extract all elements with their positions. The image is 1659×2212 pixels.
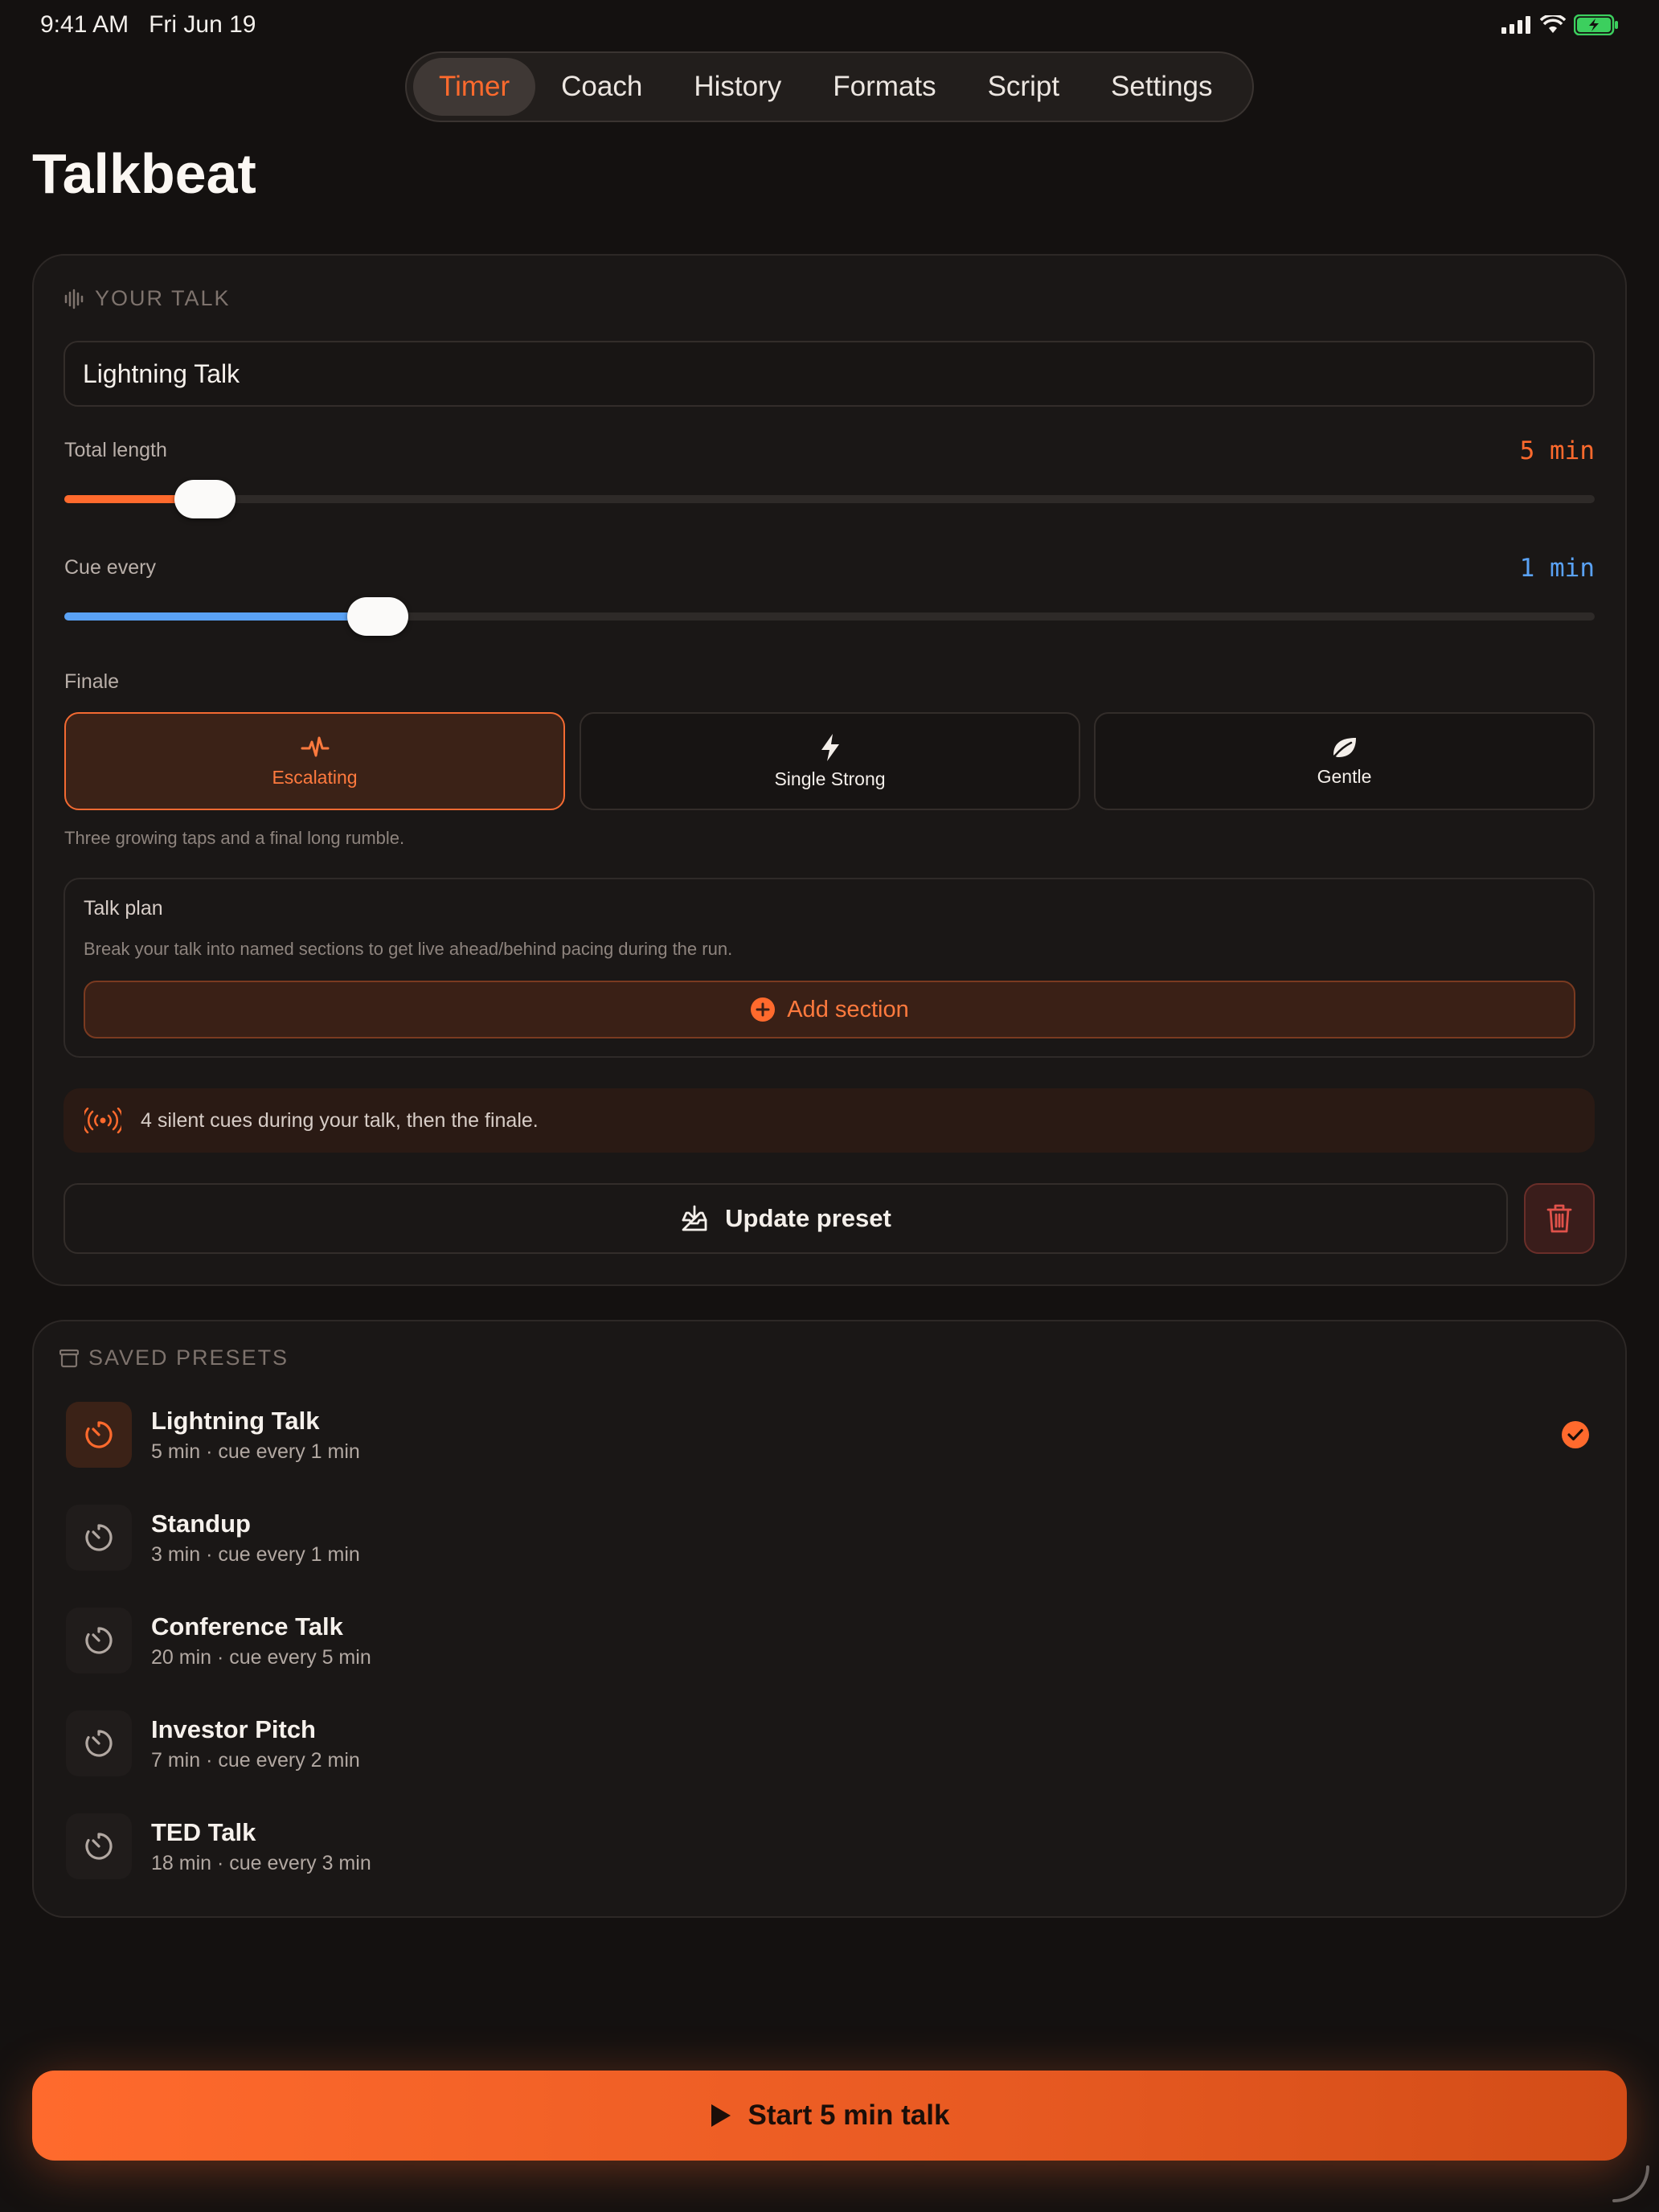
tab-settings[interactable]: Settings [1085, 58, 1238, 116]
preset-text: Investor Pitch 7 min · cue every 2 min [151, 1715, 360, 1772]
tab-coach[interactable]: Coach [535, 58, 668, 116]
cue-info-banner: 4 silent cues during your talk, then the… [63, 1088, 1595, 1153]
start-talk-label: Start 5 min talk [748, 2099, 950, 2131]
cue-every-slider-fill [64, 612, 379, 621]
finale-label: Finale [64, 670, 120, 693]
timer-icon [85, 1730, 113, 1757]
tray-download-icon [682, 1205, 707, 1231]
add-section-label: Add section [787, 996, 909, 1022]
preset-name: Conference Talk [151, 1612, 343, 1641]
status-icons [1501, 14, 1619, 35]
preset-row-ted-talk[interactable]: TED Talk 18 min · cue every 3 min [66, 1812, 1593, 1881]
status-bar-time: 9:41 AM Fri Jun 19 [40, 11, 256, 39]
broadcast-icon [84, 1108, 121, 1133]
leaf-icon [1333, 737, 1356, 757]
preset-name: Standup [151, 1509, 251, 1538]
finale-option-label: Escalating [272, 766, 358, 788]
preset-timer-icon-wrap [66, 1505, 132, 1571]
finale-option-escalating[interactable]: Escalating [64, 712, 565, 810]
update-preset-button[interactable]: Update preset [63, 1183, 1508, 1254]
finale-option-label: Single Strong [774, 768, 886, 789]
your-talk-header: YOUR TALK [64, 286, 231, 311]
timer-icon [85, 1421, 113, 1448]
preset-meta: 18 min · cue every 3 min [151, 1851, 371, 1874]
total-length-label: Total length [64, 439, 167, 461]
preset-text: Lightning Talk 5 min · cue every 1 min [151, 1407, 360, 1464]
tab-script[interactable]: Script [962, 58, 1085, 116]
tab-formats[interactable]: Formats [807, 58, 961, 116]
cue-info-text: 4 silent cues during your talk, then the… [141, 1108, 539, 1132]
talk-name-input[interactable]: Lightning Talk [63, 341, 1595, 407]
finale-option-gentle[interactable]: Gentle [1094, 712, 1595, 810]
status-time: 9:41 AM [40, 11, 129, 38]
battery-charging-icon [1574, 14, 1618, 35]
preset-name: TED Talk [151, 1817, 256, 1846]
preset-timer-icon-wrap [66, 1813, 132, 1879]
tab-bar: Timer Coach History Formats Script Setti… [405, 51, 1254, 122]
preset-timer-icon-wrap [66, 1710, 132, 1776]
preset-meta: 3 min · cue every 1 min [151, 1542, 360, 1566]
preset-row-conference-talk[interactable]: Conference Talk 20 min · cue every 5 min [66, 1606, 1593, 1675]
cue-every-label: Cue every [64, 556, 156, 579]
update-preset-label: Update preset [725, 1204, 891, 1232]
preset-meta: 20 min · cue every 5 min [151, 1645, 371, 1669]
trash-icon [1546, 1204, 1572, 1233]
archive-icon [59, 1349, 79, 1367]
delete-preset-button[interactable] [1524, 1183, 1595, 1254]
add-section-button[interactable]: Add section [84, 981, 1575, 1038]
preset-timer-icon-wrap [66, 1608, 132, 1673]
finale-description: Three growing taps and a final long rumb… [64, 828, 405, 848]
preset-timer-icon-wrap [66, 1402, 132, 1468]
plus-circle-icon [751, 997, 776, 1022]
your-talk-label: YOUR TALK [95, 286, 231, 310]
tab-timer[interactable]: Timer [413, 58, 536, 116]
checkmark-circle-icon [1562, 1421, 1589, 1448]
tab-history[interactable]: History [668, 58, 807, 116]
talk-plan-description: Break your talk into named sections to g… [84, 939, 733, 959]
page-title: Talkbeat [32, 142, 256, 205]
status-date: Fri Jun 19 [149, 11, 256, 38]
talk-plan-title: Talk plan [84, 897, 163, 920]
cue-every-slider-track[interactable] [64, 612, 1595, 621]
preset-name: Investor Pitch [151, 1714, 316, 1743]
resize-grabber-icon [1612, 2165, 1649, 2202]
cellular-signal-icon [1501, 16, 1530, 34]
total-length-value: 5 min [1519, 436, 1595, 465]
preset-meta: 7 min · cue every 2 min [151, 1748, 360, 1772]
timer-icon [85, 1833, 113, 1860]
wifi-icon [1540, 15, 1566, 33]
preset-text: Standup 3 min · cue every 1 min [151, 1509, 360, 1567]
finale-option-single-strong[interactable]: Single Strong [580, 712, 1080, 810]
preset-text: Conference Talk 20 min · cue every 5 min [151, 1612, 371, 1669]
timer-icon [85, 1524, 113, 1551]
preset-name: Lightning Talk [151, 1406, 320, 1435]
saved-presets-label: SAVED PRESETS [88, 1346, 289, 1370]
preset-meta: 5 min · cue every 1 min [151, 1440, 360, 1463]
finale-option-label: Gentle [1317, 765, 1372, 787]
waveform-icon [64, 289, 84, 309]
cue-every-value: 1 min [1519, 554, 1595, 583]
bolt-icon [821, 733, 839, 761]
play-icon [711, 2104, 731, 2127]
preset-text: TED Talk 18 min · cue every 3 min [151, 1818, 371, 1875]
preset-row-investor-pitch[interactable]: Investor Pitch 7 min · cue every 2 min [66, 1709, 1593, 1778]
total-length-slider-track[interactable] [64, 495, 1595, 503]
preset-row-standup[interactable]: Standup 3 min · cue every 1 min [66, 1503, 1593, 1572]
preset-row-lightning-talk[interactable]: Lightning Talk 5 min · cue every 1 min [66, 1400, 1593, 1469]
timer-icon [85, 1627, 113, 1654]
saved-presets-header: SAVED PRESETS [59, 1346, 289, 1370]
pulse-icon [301, 736, 329, 756]
total-length-slider-thumb[interactable] [174, 480, 236, 518]
start-talk-button[interactable]: Start 5 min talk [32, 2071, 1627, 2161]
cue-every-slider-thumb[interactable] [347, 597, 409, 636]
